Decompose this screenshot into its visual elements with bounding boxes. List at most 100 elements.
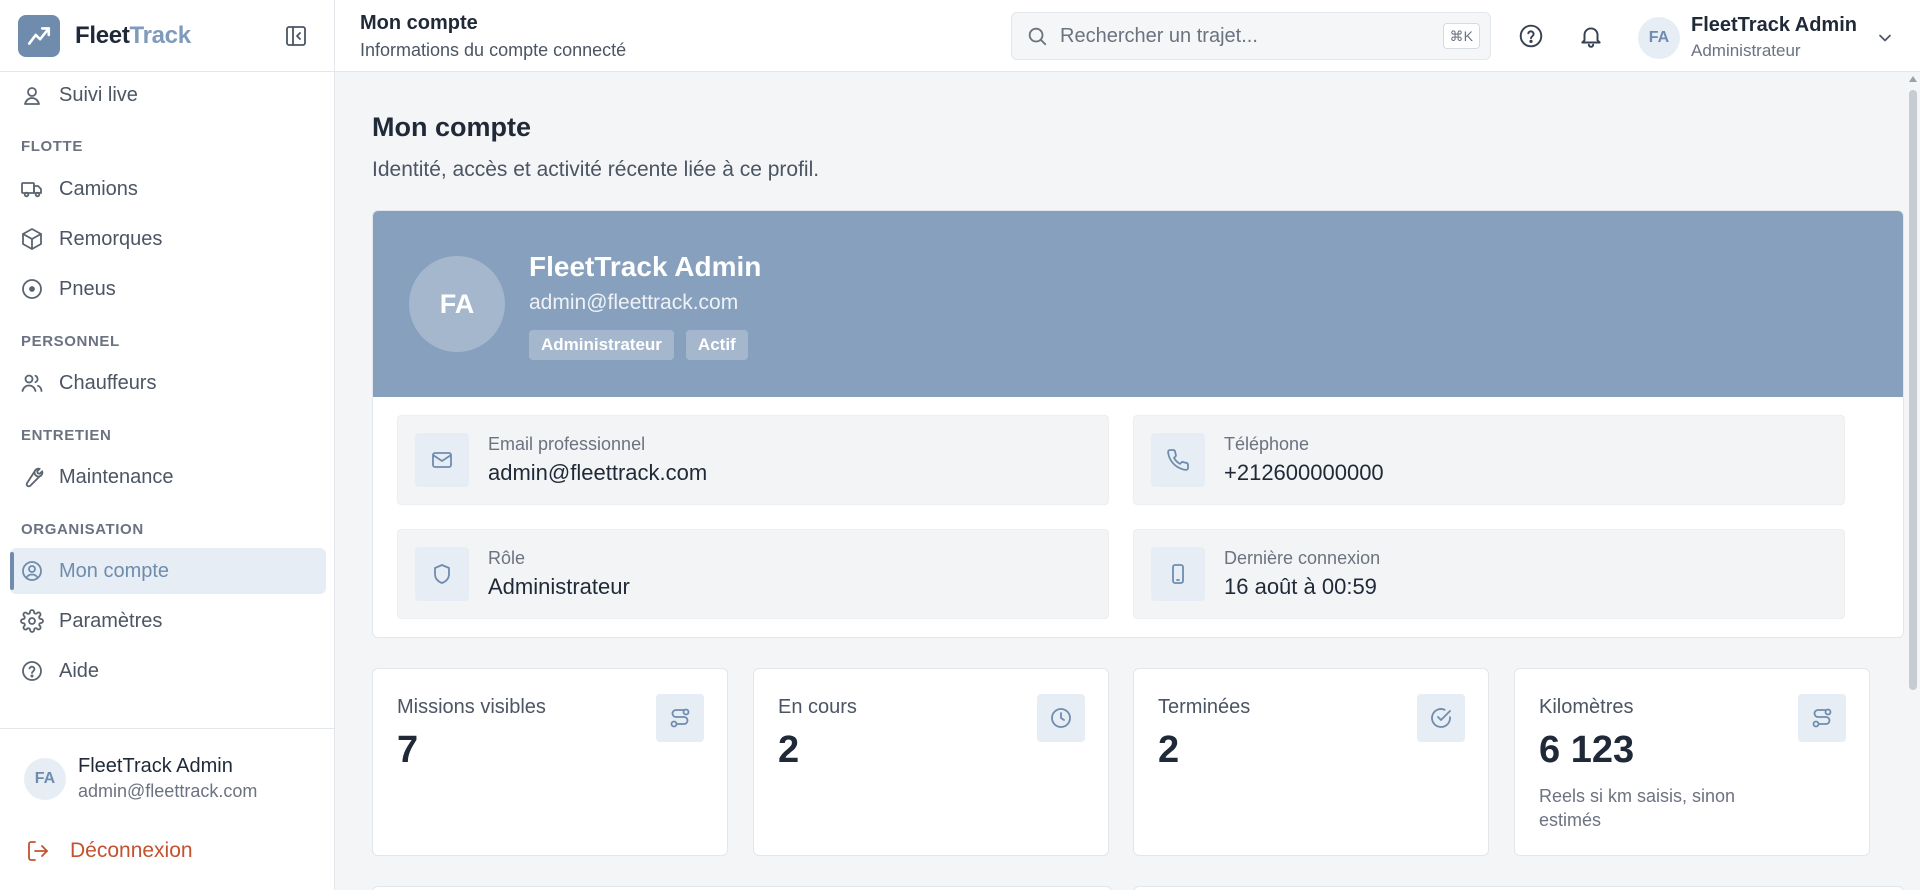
stat-label: Missions visibles (397, 696, 546, 718)
sidebar-item-label: Maintenance (59, 465, 174, 488)
sidebar-item-chauffeurs[interactable]: Chauffeurs (10, 360, 326, 406)
profile-card: FA FleetTrack Admin admin@fleettrack.com… (372, 210, 1904, 638)
main-scrollbar[interactable] (1906, 72, 1920, 890)
sidebar-nav: Suivi live FLOTTE Camions Remorques Pneu… (0, 72, 334, 727)
info-role: Rôle Administrateur (397, 529, 1109, 619)
search-input[interactable] (1060, 24, 1420, 48)
profile-email: admin@fleettrack.com (529, 291, 739, 314)
sidebar-item-label: Paramètres (59, 609, 163, 632)
sidebar-footer: FA FleetTrack Admin admin@fleettrack.com… (0, 728, 335, 890)
info-label: Téléphone (1224, 434, 1310, 454)
info-value: 16 août à 00:59 (1224, 574, 1377, 599)
sidebar-item-aide[interactable]: Aide (10, 648, 326, 694)
gear-icon (20, 609, 44, 633)
stat-value: 6 123 (1539, 729, 1635, 771)
scrollbar-thumb[interactable] (1909, 90, 1917, 690)
users-icon (20, 371, 44, 395)
role-badge: Administrateur (529, 330, 674, 360)
shield-icon (415, 547, 469, 601)
info-label: Dernière connexion (1224, 548, 1381, 568)
avatar: FA (1638, 16, 1680, 59)
stat-card-terminees: Terminées 2 (1133, 668, 1489, 856)
stats-row: Missions visibles 7 En cours 2 Terminées… (372, 668, 1904, 856)
mail-icon (415, 433, 469, 487)
sidebar-user-email: admin@fleettrack.com (78, 781, 258, 801)
sidebar-item-label: Chauffeurs (59, 371, 157, 394)
sidebar-item-suivi-live[interactable]: Suivi live (10, 72, 326, 118)
page-title: Mon compte (372, 112, 531, 142)
status-badge: Actif (685, 330, 748, 360)
sidebar-item-camions[interactable]: Camions (10, 166, 326, 212)
sidebar-item-pneus[interactable]: Pneus (10, 266, 326, 312)
chevron-down-icon (1875, 28, 1895, 48)
logout-label: Déconnexion (70, 839, 193, 862)
user-location-icon (20, 83, 44, 107)
profile-name: FleetTrack Admin (529, 251, 762, 282)
info-value: Administrateur (488, 574, 630, 599)
logout-button[interactable]: Déconnexion (26, 839, 193, 863)
help-icon (20, 659, 44, 683)
brand-logo[interactable] (18, 14, 60, 57)
stat-value: 2 (778, 729, 800, 771)
sidebar-item-label: Suivi live (59, 83, 138, 106)
section-card (372, 886, 1112, 890)
stat-value: 2 (1158, 729, 1180, 771)
main-content: Mon compte Identité, accès et activité r… (335, 72, 1920, 890)
sidebar-item-remorques[interactable]: Remorques (10, 216, 326, 262)
stat-note: Reels si km saisis, sinon estimés (1539, 786, 1736, 830)
tire-icon (20, 277, 44, 301)
sidebar-item-mon-compte[interactable]: Mon compte (10, 548, 326, 594)
sidebar: FleetTrack Suivi live FLOTTE Camions Rem… (0, 0, 335, 890)
info-label: Rôle (488, 548, 526, 568)
info-label: Email professionnel (488, 434, 646, 454)
sidebar-item-label: Mon compte (59, 559, 170, 582)
topbar: Mon compte Informations du compte connec… (335, 0, 1920, 72)
search-box: ⌘K (1011, 12, 1491, 60)
info-value: admin@fleettrack.com (488, 460, 708, 485)
box-icon (20, 227, 44, 251)
bell-icon[interactable] (1578, 23, 1604, 49)
route-icon (1798, 694, 1846, 742)
sidebar-item-maintenance[interactable]: Maintenance (10, 454, 326, 500)
truck-icon (20, 177, 44, 201)
search-icon (1026, 25, 1048, 47)
nav-section-flotte: FLOTTE (21, 138, 83, 155)
section-card (1133, 886, 1904, 890)
stat-label: Terminées (1158, 696, 1251, 718)
stat-card-en-cours: En cours 2 (753, 668, 1109, 856)
topbar-user-name: FleetTrack Admin (1691, 14, 1857, 36)
phone-icon (1151, 433, 1205, 487)
avatar: FA (409, 256, 505, 352)
clock-icon (1037, 694, 1085, 742)
nav-section-entretien: ENTRETIEN (21, 427, 112, 444)
sidebar-item-parametres[interactable]: Paramètres (10, 598, 326, 644)
topbar-subtitle: Informations du compte connecté (360, 40, 627, 60)
route-icon (656, 694, 704, 742)
smartphone-icon (1151, 547, 1205, 601)
stat-label: Kilomètres (1539, 696, 1634, 718)
stat-label: En cours (778, 696, 857, 718)
topbar-user-role: Administrateur (1691, 41, 1801, 60)
stat-card-kilometres: Kilomètres 6 123 Reels si km saisis, sin… (1514, 668, 1870, 856)
info-email: Email professionnel admin@fleettrack.com (397, 415, 1109, 505)
info-last-login: Dernière connexion 16 août à 00:59 (1133, 529, 1845, 619)
sidebar-item-label: Aide (59, 659, 100, 682)
stat-value: 7 (397, 729, 419, 771)
topbar-user-menu[interactable]: FA FleetTrack Admin Administrateur (1638, 14, 1895, 61)
info-phone: Téléphone +212600000000 (1133, 415, 1845, 505)
search-shortcut-badge: ⌘K (1442, 23, 1480, 49)
user-circle-icon (20, 559, 44, 583)
sidebar-collapse-icon[interactable] (284, 24, 308, 48)
page-subtitle: Identité, accès et activité récente liée… (372, 158, 820, 181)
stat-card-missions: Missions visibles 7 (372, 668, 728, 856)
nav-section-organisation: ORGANISATION (21, 521, 144, 538)
sidebar-item-label: Pneus (59, 277, 116, 300)
avatar: FA (24, 757, 66, 800)
help-icon[interactable] (1518, 23, 1544, 49)
info-value: +212600000000 (1224, 460, 1384, 485)
logout-icon (26, 839, 50, 863)
chart-trend-icon (27, 26, 51, 45)
sidebar-user[interactable]: FA FleetTrack Admin admin@fleettrack.com (24, 755, 257, 802)
wrench-icon (20, 465, 44, 489)
scroll-up-icon[interactable] (1909, 76, 1917, 82)
